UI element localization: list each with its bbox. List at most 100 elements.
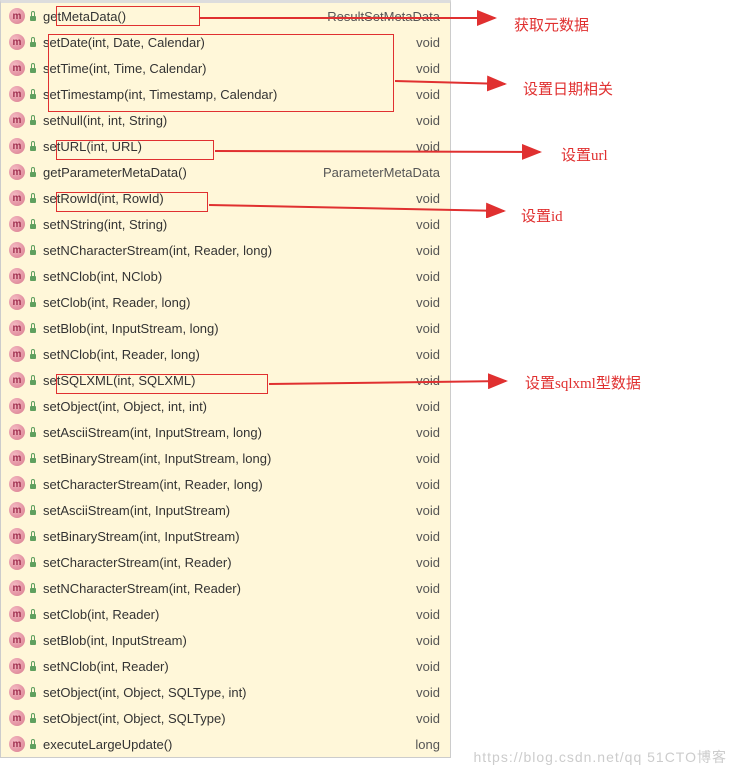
method-name: setSQLXML(int, SQLXML)	[43, 373, 195, 388]
method-row[interactable]: msetNClob(int, Reader, long)void	[1, 341, 450, 367]
method-icon: m	[9, 216, 25, 232]
lock-icon	[29, 115, 37, 125]
method-icon: m	[9, 8, 25, 24]
method-row[interactable]: m setTime(int, Time, Calendar) void	[1, 55, 450, 81]
method-row[interactable]: msetClob(int, Reader, long)void	[1, 289, 450, 315]
lock-icon	[29, 661, 37, 671]
method-row[interactable]: msetTimestamp(int, Timestamp, Calendar)v…	[1, 81, 450, 107]
method-icon: m	[9, 320, 25, 336]
return-type: void	[416, 451, 440, 466]
annotation-text: 获取元数据	[514, 14, 589, 35]
method-row[interactable]: msetNCharacterStream(int, Reader)void	[1, 575, 450, 601]
method-row[interactable]: msetBinaryStream(int, InputStream, long)…	[1, 445, 450, 471]
method-icon: m	[9, 710, 25, 726]
method-row[interactable]: msetDate(int, Date, Calendar)void	[1, 29, 450, 55]
method-row[interactable]: msetObject(int, Object, SQLType, int)voi…	[1, 679, 450, 705]
method-name: setClob(int, Reader)	[43, 607, 159, 622]
return-type: void	[416, 191, 440, 206]
lock-icon	[29, 427, 37, 437]
method-icon: m	[9, 294, 25, 310]
method-name: setURL(int, URL)	[43, 139, 142, 154]
lock-icon	[29, 713, 37, 723]
method-row[interactable]: msetURL(int, URL)void	[1, 133, 450, 159]
return-type: void	[416, 581, 440, 596]
method-name: setBlob(int, InputStream)	[43, 633, 187, 648]
method-row[interactable]: msetBinaryStream(int, InputStream)void	[1, 523, 450, 549]
return-type: long	[415, 737, 440, 752]
method-name: setNCharacterStream(int, Reader)	[43, 581, 241, 596]
method-name: setAsciiStream(int, InputStream)	[43, 503, 230, 518]
annotation-text: 设置日期相关	[523, 78, 613, 99]
method-icon: m	[9, 242, 25, 258]
return-type: void	[416, 529, 440, 544]
method-icon: m	[9, 632, 25, 648]
lock-icon	[29, 609, 37, 619]
lock-icon	[29, 193, 37, 203]
method-icon: m	[9, 60, 25, 76]
method-icon: m	[9, 372, 25, 388]
lock-icon	[29, 63, 37, 73]
method-row[interactable]: m setBlob(int, InputStream, long) void	[1, 315, 450, 341]
method-row[interactable]: m setNString(int, String) void	[1, 211, 450, 237]
method-name: setObject(int, Object, int, int)	[43, 399, 207, 414]
return-type: void	[416, 87, 440, 102]
lock-icon	[29, 479, 37, 489]
method-icon: m	[9, 658, 25, 674]
return-type: void	[416, 321, 440, 336]
method-row[interactable]: msetCharacterStream(int, Reader, long)vo…	[1, 471, 450, 497]
method-row[interactable]: m setObject(int, Object, SQLType) void	[1, 705, 450, 731]
return-type: void	[416, 139, 440, 154]
method-row[interactable]: msetRowId(int, RowId)void	[1, 185, 450, 211]
method-icon: m	[9, 190, 25, 206]
return-type: void	[416, 61, 440, 76]
lock-icon	[29, 219, 37, 229]
method-name: setNString(int, String)	[43, 217, 167, 232]
method-name: setTimestamp(int, Timestamp, Calendar)	[43, 87, 277, 102]
method-icon: m	[9, 346, 25, 362]
method-row[interactable]: msetAsciiStream(int, InputStream, long)v…	[1, 419, 450, 445]
method-row[interactable]: msetObject(int, Object, int, int)void	[1, 393, 450, 419]
method-icon: m	[9, 398, 25, 414]
lock-icon	[29, 739, 37, 749]
lock-icon	[29, 531, 37, 541]
method-name: setBlob(int, InputStream, long)	[43, 321, 219, 336]
method-name: getParameterMetaData()	[43, 165, 187, 180]
method-row[interactable]: msetNClob(int, NClob)void	[1, 263, 450, 289]
return-type: void	[416, 295, 440, 310]
return-type: void	[416, 607, 440, 622]
method-row[interactable]: msetBlob(int, InputStream)void	[1, 627, 450, 653]
method-name: setTime(int, Time, Calendar)	[43, 61, 207, 76]
method-name: setBinaryStream(int, InputStream)	[43, 529, 240, 544]
method-icon: m	[9, 476, 25, 492]
method-name: setNCharacterStream(int, Reader, long)	[43, 243, 272, 258]
method-row[interactable]: mgetMetaData()ResultSetMetaData	[1, 3, 450, 29]
lock-icon	[29, 271, 37, 281]
method-row[interactable]: mexecuteLargeUpdate()long	[1, 731, 450, 757]
method-icon: m	[9, 502, 25, 518]
method-name: setAsciiStream(int, InputStream, long)	[43, 425, 262, 440]
method-icon: m	[9, 736, 25, 752]
return-type: void	[416, 659, 440, 674]
return-type: void	[416, 217, 440, 232]
method-row[interactable]: msetNull(int, int, String)void	[1, 107, 450, 133]
method-name: setObject(int, Object, SQLType)	[43, 711, 226, 726]
return-type: void	[416, 113, 440, 128]
method-row[interactable]: mgetParameterMetaData()ParameterMetaData	[1, 159, 450, 185]
return-type: void	[416, 503, 440, 518]
method-row[interactable]: msetClob(int, Reader)void	[1, 601, 450, 627]
method-name: setNClob(int, Reader)	[43, 659, 169, 674]
method-row[interactable]: msetCharacterStream(int, Reader)void	[1, 549, 450, 575]
method-row[interactable]: m setAsciiStream(int, InputStream) void	[1, 497, 450, 523]
return-type: ParameterMetaData	[323, 165, 440, 180]
method-name: setDate(int, Date, Calendar)	[43, 35, 205, 50]
lock-icon	[29, 297, 37, 307]
method-row[interactable]: m setNClob(int, Reader) void	[1, 653, 450, 679]
return-type: void	[416, 373, 440, 388]
method-icon: m	[9, 112, 25, 128]
method-row[interactable]: m setSQLXML(int, SQLXML) void	[1, 367, 450, 393]
method-name: setObject(int, Object, SQLType, int)	[43, 685, 247, 700]
method-row[interactable]: msetNCharacterStream(int, Reader, long)v…	[1, 237, 450, 263]
annotation-text: 设置id	[521, 205, 563, 226]
method-name: setCharacterStream(int, Reader)	[43, 555, 232, 570]
return-type: void	[416, 711, 440, 726]
